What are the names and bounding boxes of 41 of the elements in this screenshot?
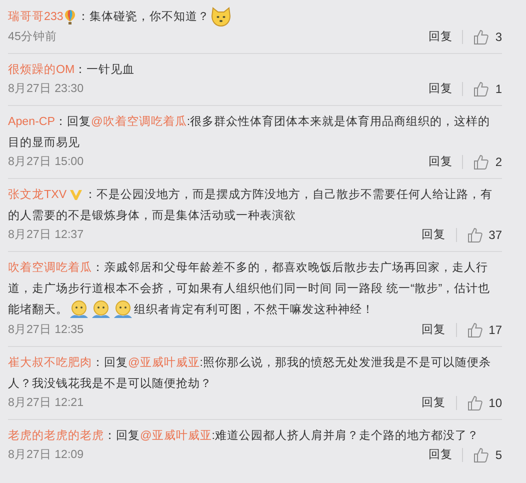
reply-link[interactable]: 回复 bbox=[428, 80, 452, 98]
thumbs-up-icon bbox=[466, 322, 483, 338]
reply-link[interactable]: 回复 bbox=[422, 226, 446, 244]
thumbs-up-icon bbox=[473, 29, 490, 45]
timestamp: 8月27日 12:09 bbox=[8, 447, 84, 464]
timestamp: 8月27日 12:21 bbox=[8, 395, 84, 412]
praying-face-icon bbox=[112, 299, 134, 321]
like-button[interactable]: 17 bbox=[466, 321, 502, 339]
timestamp: 8月27日 12:35 bbox=[8, 322, 84, 338]
comment-text: 很烦躁的OM：一针见血 bbox=[8, 62, 136, 78]
timestamp: 45分钟前 bbox=[8, 29, 57, 46]
thumbs-up-icon bbox=[473, 154, 490, 170]
like-button[interactable]: 37 bbox=[466, 226, 502, 244]
comment-text: 吹着空调吃着瓜：亲戚邻居和父母年龄差不多的，都喜欢晚饭后散步去广场再回家，走人行道，走广场步行道根本不会挤，可如果有人组织他们同一时间 同一路段 统一“散步”，估计也能堵翻天。 组织者肯定有利可图，不然干嘛发这种神经！ bbox=[8, 257, 502, 321]
timestamp: 8月27日 12:37 bbox=[8, 227, 84, 244]
like-button[interactable]: 2 bbox=[473, 153, 502, 171]
reply-link[interactable]: 回复 bbox=[428, 28, 452, 46]
like-button[interactable]: 5 bbox=[473, 446, 502, 464]
comment-text: 张文龙TXV ：不是公园没地方，而是摆成方阵没地方，自己散步不需要任何人给让路，有的人需要的不是锻炼身体，而是集体活动或一种表演欲 bbox=[8, 187, 494, 224]
thumbs-up-icon bbox=[473, 81, 490, 97]
thumbs-up-icon bbox=[473, 447, 490, 463]
timestamp: 8月27日 23:30 bbox=[8, 81, 84, 98]
comment-text: 老虎的老虎的老虎：回复@亚威叶威亚:难道公园都人挤人肩并肩？走个路的地方都没了？ bbox=[8, 428, 480, 444]
reply-link[interactable]: 回复 bbox=[422, 394, 446, 412]
reply-link[interactable]: 回复 bbox=[422, 321, 446, 339]
like-button[interactable]: 10 bbox=[466, 394, 502, 412]
reply-link[interactable]: 回复 bbox=[428, 153, 452, 171]
like-button[interactable]: 1 bbox=[473, 80, 502, 98]
comment-text: 瑞哥哥233 ：集体碰瓷，你不知道？ bbox=[8, 6, 502, 28]
balloon-icon bbox=[64, 9, 76, 25]
thumbs-up-icon bbox=[466, 227, 483, 243]
like-button[interactable]: 3 bbox=[473, 28, 502, 46]
dog-face-icon bbox=[210, 6, 232, 28]
thumbs-up-icon bbox=[466, 395, 483, 411]
praying-face-icon bbox=[90, 299, 112, 321]
praying-face-icon bbox=[68, 299, 90, 321]
verified-icon bbox=[68, 188, 83, 202]
comment-text: Apen-CP：回复@吹着空调吃着瓜:很多群众性体育团体本来就是体育用品商组织的，这样的目的显而易见 bbox=[8, 114, 492, 151]
timestamp: 8月27日 15:00 bbox=[8, 154, 84, 170]
reply-link[interactable]: 回复 bbox=[428, 446, 452, 464]
comment-text: 崔大叔不吃肥肉：回复@亚威叶威亚:照你那么说，那我的愤怒无处发泄我是不是可以随便杀人？我没钱花我是不是可以随便抢劫？ bbox=[8, 355, 492, 392]
